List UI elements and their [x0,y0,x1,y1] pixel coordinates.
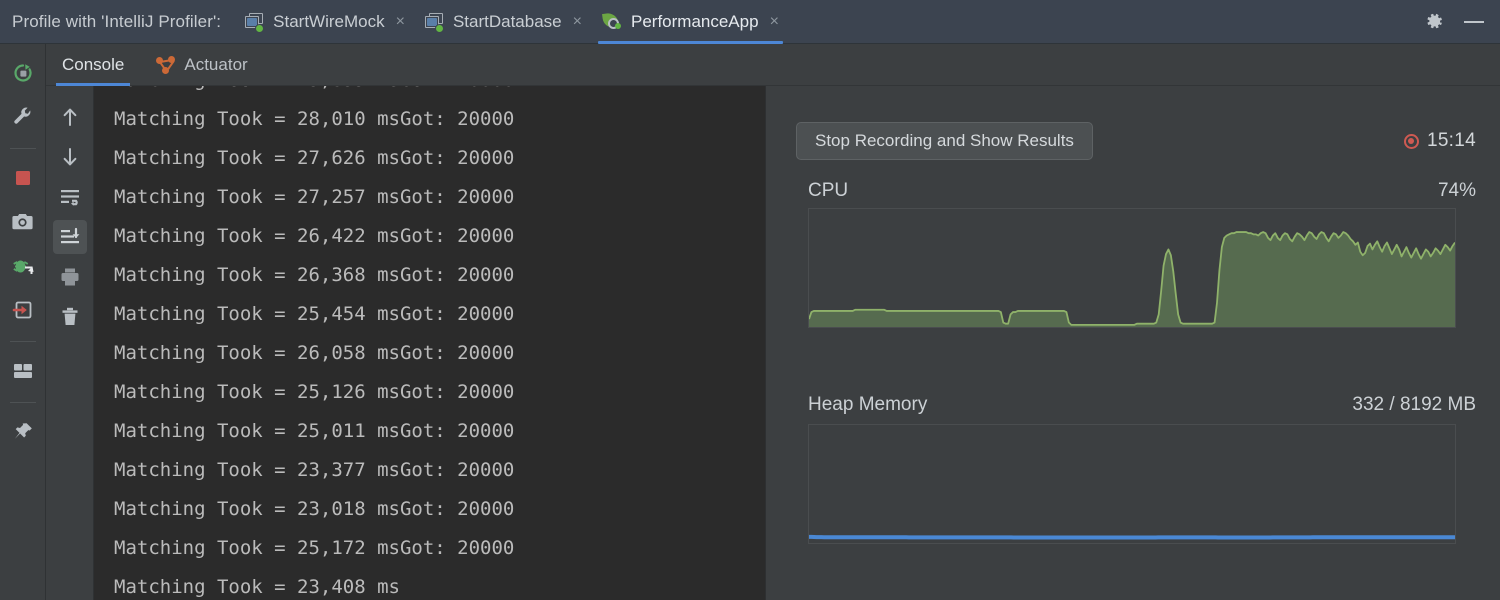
console-line: Matching Took = 26,368 msGot: 20000 [114,264,515,286]
bug-attach-icon [13,260,34,274]
console-line: Matching Took = 26,422 msGot: 20000 [114,225,515,247]
tab-label: StartDatabase [452,11,562,31]
soft-wrap-button[interactable] [53,180,87,214]
rail-divider [9,402,36,403]
rail-divider [9,341,36,342]
console-line: Matching Took = 25,454 msGot: 20000 [114,303,515,325]
print-button[interactable] [53,260,87,294]
console-line: Matching Took = 27,257 msGot: 20000 [114,186,515,208]
clear-all-button[interactable] [53,300,87,334]
previous-occurrence-button[interactable] [53,100,87,134]
console-line: Matching Took = 28,010 msGot: 20000 [114,108,515,130]
arrow-down-icon [63,148,76,166]
run-config-icon [424,13,444,33]
console-line: Matching Took = 25,011 msGot: 20000 [114,420,515,442]
screenshot-button[interactable] [6,205,40,239]
cpu-chart[interactable] [808,208,1456,328]
scroll-to-end-icon [60,227,79,244]
heap-value: 332 / 8192 MB [1352,394,1476,415]
console-line: Matching Took = 29,895 msGot: 20000 [114,86,765,100]
layout-icon [13,364,32,378]
next-occurrence-button[interactable] [53,140,87,174]
stop-button[interactable] [6,161,40,195]
enter-arrow-icon [12,301,31,319]
actuator-molecule-icon [156,55,176,74]
heap-memory-chart[interactable] [808,424,1456,544]
profiler-header: Stop Recording and Show Results 15:14 [796,122,1476,160]
tab-startdatabase[interactable]: StartDatabase × [415,0,592,44]
tab-startwiremock[interactable]: StartWireMock × [235,0,415,44]
tab-label: PerformanceApp [630,11,759,31]
console-line: Matching Took = 23,408 ms [114,576,400,598]
console-line: Matching Took = 27,626 msGot: 20000 [114,147,515,169]
tab-performanceapp[interactable]: PerformanceApp × [592,0,789,44]
record-elapsed-time: 15:14 [1426,130,1476,151]
titlebar-actions [1425,12,1500,31]
console-line: Matching Took = 26,058 msGot: 20000 [114,342,515,364]
spring-leaf-icon [602,11,622,31]
stop-recording-button[interactable]: Stop Recording and Show Results [796,122,1093,160]
cpu-label: CPU [808,180,849,201]
rerun-icon [13,64,32,82]
intellij-run-window: Profile with 'IntelliJ Profiler': StartW… [0,0,1500,600]
stop-square-icon [15,171,30,185]
close-icon[interactable]: × [770,13,779,30]
record-circle-icon [1403,133,1419,149]
scroll-to-end-button[interactable] [52,220,87,254]
minimize-icon[interactable] [1464,20,1484,23]
printer-icon [61,268,78,286]
heap-label: Heap Memory [808,394,928,415]
rerun-button[interactable] [6,56,40,90]
wrench-icon [13,107,30,124]
pin-icon [14,423,32,439]
console-output[interactable]: Matching Took = 29,895 msGot: 20000 Matc… [94,86,765,600]
pin-tab-button[interactable] [6,415,40,449]
heap-metric-row: Heap Memory 332 / 8192 MB [808,394,1476,416]
chart-svg [809,534,1455,540]
run-actions-rail [0,44,46,600]
console-line: Matching Took = 23,018 msGot: 20000 [114,498,515,520]
run-config-icon [245,13,265,33]
cpu-value: 74% [1437,180,1476,201]
soft-wrap-icon [60,190,79,206]
console-line: Matching Took = 23,377 msGot: 20000 [114,459,515,481]
window-titlebar: Profile with 'IntelliJ Profiler': StartW… [0,0,1500,44]
chart-svg [809,231,1455,327]
tab-console[interactable]: Console [46,44,140,86]
tab-label: StartWireMock [273,11,385,31]
cpu-metric-row: CPU 74% [808,180,1476,202]
attach-debugger-button[interactable] [6,249,40,283]
page-title: Profile with 'IntelliJ Profiler': [12,11,222,31]
console-line: Matching Took = 25,126 msGot: 20000 [114,381,515,403]
tab-actuator[interactable]: Actuator [140,44,263,86]
subtab-label: Console [62,54,125,74]
arrow-up-icon [63,108,76,126]
console-line: Matching Took = 25,172 msGot: 20000 [114,537,515,559]
profiler-panel: Stop Recording and Show Results 15:14 CP… [766,86,1500,600]
trash-icon [62,307,77,325]
gear-icon[interactable] [1425,12,1444,31]
open-in-editor-button[interactable] [6,293,40,327]
rail-divider [9,148,36,149]
recording-status: 15:14 [1403,130,1476,152]
camera-icon [12,214,33,230]
layout-settings-button[interactable] [6,354,40,388]
close-icon[interactable]: × [573,13,582,30]
run-config-tabs: StartWireMock × StartDatabase × Performa… [235,0,789,44]
settings-wrench-button[interactable] [6,100,40,134]
console-actions-toolbar [46,86,94,600]
close-icon[interactable]: × [396,13,405,30]
subtab-label: Actuator [184,54,248,74]
console-tabs-bar: Console Actuator [46,44,1500,86]
